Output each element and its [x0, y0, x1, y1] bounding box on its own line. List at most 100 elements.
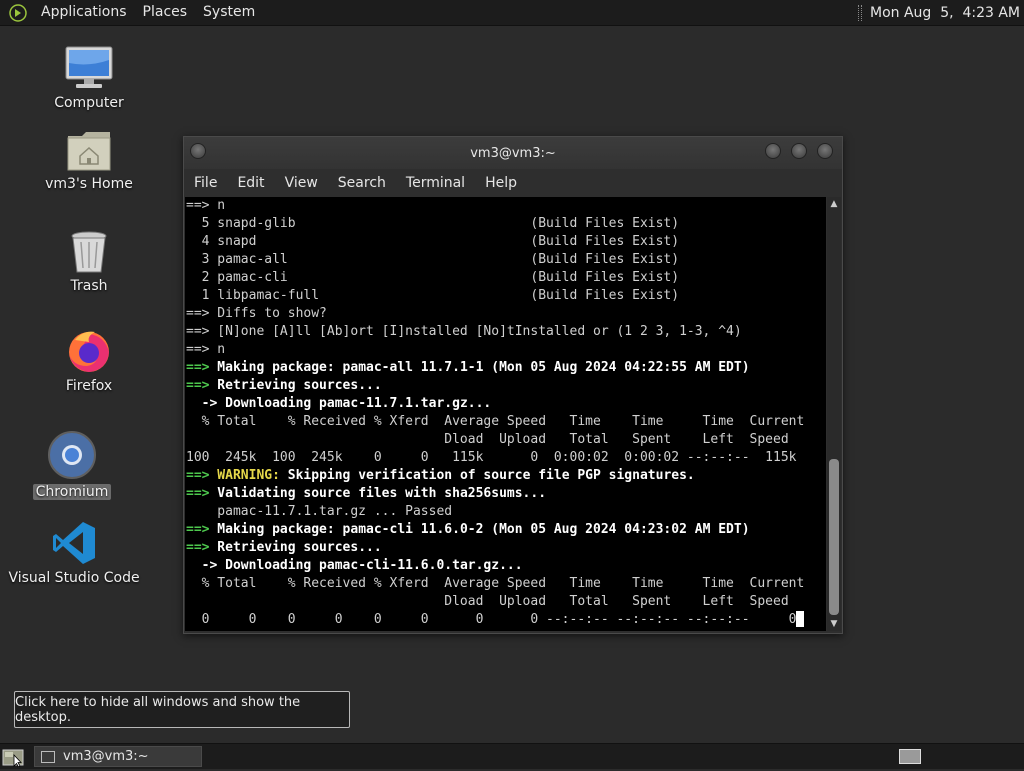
- scroll-up-arrow-icon[interactable]: ▲: [827, 197, 841, 211]
- desktop-icon-computer[interactable]: Computer: [48, 45, 130, 111]
- window-titlebar[interactable]: vm3@vm3:~: [184, 137, 842, 169]
- terminal-text: ->: [186, 396, 218, 411]
- terminal-text: Making package: pamac-all 11.7.1-1 (Mon …: [209, 360, 750, 375]
- applications-menu[interactable]: Applications: [33, 0, 135, 25]
- computer-icon: [65, 46, 113, 88]
- terminal-text: Skipping verification of source file PGP…: [279, 468, 695, 483]
- terminal-text: ==>: [186, 486, 210, 501]
- terminal-window[interactable]: vm3@vm3:~ File Edit View Search Terminal…: [183, 136, 843, 634]
- desktop-icon-vscode[interactable]: Visual Studio Code: [8, 520, 140, 586]
- scroll-down-arrow-icon[interactable]: ▼: [827, 617, 841, 631]
- terminal-line: ==> n: [186, 197, 826, 215]
- terminal-line: 0 0 0 0 0 0 0 0 --:--:-- --:--:-- --:--:…: [186, 611, 826, 629]
- terminal-text: WARNING:: [209, 468, 280, 483]
- terminal-text: 0 0 0 0 0 0 0 0 --:--:-- --:--:-- --:--:…: [186, 612, 797, 627]
- show-desktop-tooltip: Click here to hide all windows and show …: [14, 691, 350, 728]
- terminal-text: 4 snapd (Build Files Exist): [186, 234, 680, 249]
- taskbar-terminal-label: vm3@vm3:~: [63, 749, 149, 764]
- terminal-line: Dload Upload Total Spent Left Speed: [186, 431, 826, 449]
- distro-logo-icon[interactable]: [7, 2, 29, 24]
- top-panel: Applications Places System Mon Aug 5, 4:…: [0, 0, 1024, 26]
- menu-terminal[interactable]: Terminal: [396, 175, 475, 191]
- menu-file[interactable]: File: [184, 175, 227, 191]
- terminal-line: ==> Making package: pamac-all 11.7.1-1 (…: [186, 359, 826, 377]
- system-menu[interactable]: System: [195, 0, 263, 25]
- terminal-line: -> Downloading pamac-cli-11.6.0.tar.gz..…: [186, 557, 826, 575]
- show-desktop-icon: [2, 749, 24, 768]
- terminal-line: ==> n: [186, 341, 826, 359]
- desktop-icon-firefox[interactable]: Firefox: [54, 326, 124, 394]
- vscode-icon: [53, 522, 95, 564]
- terminal-text: 1 libpamac-full (Build Files Exist): [186, 288, 680, 303]
- terminal-line: pamac-11.7.1.tar.gz ... Passed: [186, 503, 826, 521]
- terminal-line: 5 snapd-glib (Build Files Exist): [186, 215, 826, 233]
- terminal-text: ==> Diffs to show?: [186, 306, 327, 321]
- close-button[interactable]: [817, 143, 833, 159]
- terminal-line: 3 pamac-all (Build Files Exist): [186, 251, 826, 269]
- terminal-scrollbar[interactable]: ▲ ▼: [827, 197, 841, 631]
- terminal-text: % Total % Received % Xferd Average Speed…: [186, 414, 805, 429]
- terminal-line: ==> Retrieving sources...: [186, 377, 826, 395]
- terminal-line: % Total % Received % Xferd Average Speed…: [186, 575, 826, 593]
- terminal-line: ==> Diffs to show?: [186, 305, 826, 323]
- terminal-line: -> Downloading pamac-11.7.1.tar.gz...: [186, 395, 826, 413]
- terminal-text: 2 pamac-cli (Build Files Exist): [186, 270, 680, 285]
- window-menu-button[interactable]: [190, 143, 206, 159]
- terminal-text: ==>: [186, 540, 210, 555]
- desktop-icon-label: Firefox: [65, 378, 113, 394]
- terminal-line: 1 libpamac-full (Build Files Exist): [186, 287, 826, 305]
- show-desktop-button[interactable]: [2, 747, 24, 768]
- terminal-text: Dload Upload Total Spent Left Speed: [186, 594, 789, 609]
- menu-search[interactable]: Search: [328, 175, 396, 191]
- panel-handle[interactable]: [857, 4, 862, 21]
- terminal-output[interactable]: ==> n 5 snapd-glib (Build Files Exist) 4…: [185, 197, 826, 631]
- desktop-icon-label: Visual Studio Code: [8, 570, 140, 586]
- workspace-switcher[interactable]: [899, 749, 921, 764]
- home-folder-icon: [67, 132, 111, 171]
- minimize-button[interactable]: [765, 143, 781, 159]
- terminal-text: ==> n: [186, 198, 226, 213]
- desktop-icon-label: vm3's Home: [45, 176, 133, 192]
- desktop-icon-home[interactable]: vm3's Home: [44, 128, 134, 192]
- terminal-text: ==>: [186, 468, 210, 483]
- terminal-text: Making package: pamac-cli 11.6.0-2 (Mon …: [209, 522, 750, 537]
- terminal-text: Validating source files with sha256sums.…: [209, 486, 547, 501]
- terminal-text: % Total % Received % Xferd Average Speed…: [186, 576, 805, 591]
- chromium-icon: [48, 431, 96, 479]
- terminal-text: Retrieving sources...: [209, 378, 382, 393]
- desktop-icon-label: Chromium: [32, 484, 112, 500]
- terminal-text: Dload Upload Total Spent Left Speed: [186, 432, 789, 447]
- terminal-text: ==>: [186, 378, 210, 393]
- terminal-text: 5 snapd-glib (Build Files Exist): [186, 216, 680, 231]
- menu-edit[interactable]: Edit: [227, 175, 274, 191]
- terminal-menubar: File Edit View Search Terminal Help: [184, 169, 842, 197]
- menu-help[interactable]: Help: [475, 175, 527, 191]
- terminal-text: 3 pamac-all (Build Files Exist): [186, 252, 680, 267]
- clock[interactable]: Mon Aug 5, 4:23 AM: [870, 5, 1024, 21]
- places-menu[interactable]: Places: [135, 0, 196, 25]
- terminal-line: ==> Making package: pamac-cli 11.6.0-2 (…: [186, 521, 826, 539]
- terminal-text: ==> n: [186, 342, 226, 357]
- desktop-icon-chromium[interactable]: Chromium: [32, 430, 112, 500]
- desktop-icon-trash[interactable]: Trash: [54, 230, 124, 294]
- terminal-text: Downloading pamac-cli-11.6.0.tar.gz...: [217, 558, 523, 573]
- window-title: vm3@vm3:~: [470, 145, 556, 161]
- terminal-cursor: [796, 611, 805, 627]
- terminal-line: ==> [N]one [A]ll [Ab]ort [I]nstalled [No…: [186, 323, 826, 341]
- maximize-button[interactable]: [791, 143, 807, 159]
- terminal-line: 4 snapd (Build Files Exist): [186, 233, 826, 251]
- terminal-icon: [41, 750, 55, 763]
- menu-view[interactable]: View: [275, 175, 328, 191]
- terminal-line: ==> WARNING: Skipping verification of so…: [186, 467, 826, 485]
- desktop-icon-label: Trash: [70, 278, 108, 294]
- terminal-line: 100 245k 100 245k 0 0 115k 0 0:00:02 0:0…: [186, 449, 826, 467]
- terminal-text: Downloading pamac-11.7.1.tar.gz...: [217, 396, 492, 411]
- terminal-line: % Total % Received % Xferd Average Speed…: [186, 413, 826, 431]
- taskbar-terminal-button[interactable]: vm3@vm3:~: [34, 746, 202, 767]
- desktop-icon-label: Computer: [54, 95, 124, 111]
- terminal-text: Retrieving sources...: [209, 540, 382, 555]
- terminal-line: ==> Validating source files with sha256s…: [186, 485, 826, 503]
- firefox-icon: [69, 331, 109, 372]
- terminal-text: ->: [186, 558, 218, 573]
- scroll-thumb[interactable]: [829, 459, 839, 615]
